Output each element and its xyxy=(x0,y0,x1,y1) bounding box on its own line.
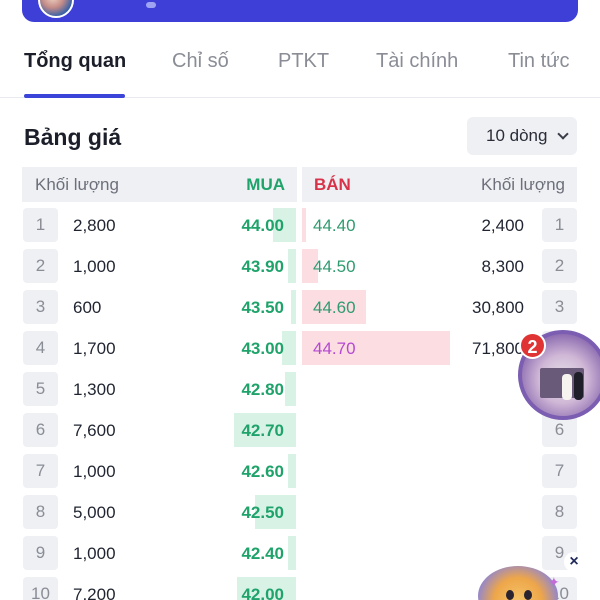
table-row[interactable]: 3 600 43.50 44.60 30,800 3 xyxy=(0,290,600,326)
row-index: 3 xyxy=(23,290,58,324)
buy-volume: 2,800 xyxy=(73,216,116,235)
sell-header-label: BÁN xyxy=(314,175,351,194)
notification-badge: 2 xyxy=(519,332,546,359)
photo-figure xyxy=(562,374,572,400)
row-index: 9 xyxy=(23,536,58,570)
sparkle-icon: ✦ xyxy=(548,574,560,590)
banner-indicator xyxy=(146,2,156,8)
table-row[interactable]: 41,70043.0044.7071,8004 xyxy=(0,331,600,367)
buy-volume: 1,300 xyxy=(73,380,116,399)
table-row[interactable]: 1 2,800 44.00 44.40 2,400 1 xyxy=(0,208,600,244)
buy-price[interactable]: 43.50 xyxy=(204,298,284,318)
row-index: 8 xyxy=(23,495,58,529)
mascot-eye xyxy=(524,590,532,600)
tab-tai-chinh[interactable]: Tài chính xyxy=(376,50,458,73)
sell-price[interactable]: 44.40 xyxy=(313,216,356,236)
sell-price[interactable]: 44.60 xyxy=(313,298,356,318)
row-index-right: 2 xyxy=(542,249,577,283)
buy-price[interactable]: 42.60 xyxy=(204,462,284,482)
buy-price[interactable]: 43.90 xyxy=(204,257,284,277)
table-row[interactable]: 2 1,000 43.90 44.50 8,300 2 xyxy=(0,249,600,285)
active-tab-indicator xyxy=(24,94,125,98)
buy-header: Khối lượng MUA xyxy=(22,167,297,202)
buy-price[interactable]: 42.00 xyxy=(204,585,284,600)
table-row[interactable]: 7 1,000 42.60 7 xyxy=(0,454,600,490)
buy-volume: 600 xyxy=(73,298,102,317)
top-banner[interactable] xyxy=(22,0,578,22)
rows-count-value: 10 dòng xyxy=(486,126,548,145)
buy-volume: 1,000 xyxy=(73,462,116,481)
sell-price[interactable]: 44.70 xyxy=(313,339,356,359)
table-row[interactable]: 8 5,000 42.50 8 xyxy=(0,495,600,531)
tab-bar: Tổng quan Chỉ số PTKT Tài chính Tin tức xyxy=(0,40,600,98)
buy-price[interactable]: 42.50 xyxy=(204,503,284,523)
row-index-right: 7 xyxy=(542,454,577,488)
buy-volume: 7,600 xyxy=(73,421,116,440)
buy-volume-bar xyxy=(288,454,296,488)
avatar[interactable] xyxy=(38,0,74,18)
sell-volume: 71,800 xyxy=(472,339,524,358)
buy-volume: 1,000 xyxy=(73,257,116,276)
sell-volume: 8,300 xyxy=(481,257,524,276)
buy-volume-bar xyxy=(291,290,296,324)
buy-volume: 7,200 xyxy=(73,585,116,600)
sell-volume: 30,800 xyxy=(472,298,524,317)
tab-tin-tuc[interactable]: Tin tức xyxy=(508,50,570,73)
rows-count-select[interactable]: 10 dòng xyxy=(467,117,577,155)
buy-price[interactable]: 44.00 xyxy=(204,216,284,236)
mascot-eye xyxy=(506,590,514,600)
row-index: 10 xyxy=(23,577,58,600)
row-index: 7 xyxy=(23,454,58,488)
row-index-right: 8 xyxy=(542,495,577,529)
tab-ptkt[interactable]: PTKT xyxy=(278,50,329,73)
buy-volume: 1,700 xyxy=(73,339,116,358)
row-index: 2 xyxy=(23,249,58,283)
tab-chi-so[interactable]: Chỉ số xyxy=(172,50,229,73)
buy-volume-header: Khối lượng xyxy=(35,175,119,194)
close-icon[interactable]: × xyxy=(564,552,584,572)
sell-volume: 2,400 xyxy=(481,216,524,235)
buy-volume-bar xyxy=(285,372,296,406)
section-title: Bảng giá xyxy=(24,124,122,150)
sell-price[interactable]: 44.50 xyxy=(313,257,356,277)
buy-price[interactable]: 42.80 xyxy=(204,380,284,400)
row-index: 1 xyxy=(23,208,58,242)
buy-volume-bar xyxy=(288,536,296,570)
sell-volume-bar xyxy=(302,208,306,242)
table-row[interactable]: 6 7,600 42.70 6 xyxy=(0,413,600,449)
row-index-right: 3 xyxy=(542,290,577,324)
row-index: 4 xyxy=(23,331,58,365)
photo-figure xyxy=(574,372,583,400)
chevron-down-icon xyxy=(557,128,569,140)
buy-header-label: MUA xyxy=(246,175,285,194)
buy-price[interactable]: 42.70 xyxy=(204,421,284,441)
tab-tong-quan[interactable]: Tổng quan xyxy=(24,50,126,73)
order-book-header: Khối lượng MUA BÁN Khối lượng xyxy=(22,167,577,202)
row-index: 6 xyxy=(23,413,58,447)
row-index-right: 1 xyxy=(542,208,577,242)
buy-price[interactable]: 42.40 xyxy=(204,544,284,564)
buy-volume-bar xyxy=(282,331,296,365)
row-index: 5 xyxy=(23,372,58,406)
buy-volume: 1,000 xyxy=(73,544,116,563)
table-row[interactable]: 51,30042.805 xyxy=(0,372,600,408)
buy-volume: 5,000 xyxy=(73,503,116,522)
sell-header: BÁN Khối lượng xyxy=(302,167,577,202)
sell-volume-header: Khối lượng xyxy=(481,175,565,194)
buy-volume-bar xyxy=(288,249,296,283)
buy-price[interactable]: 43.00 xyxy=(204,339,284,359)
